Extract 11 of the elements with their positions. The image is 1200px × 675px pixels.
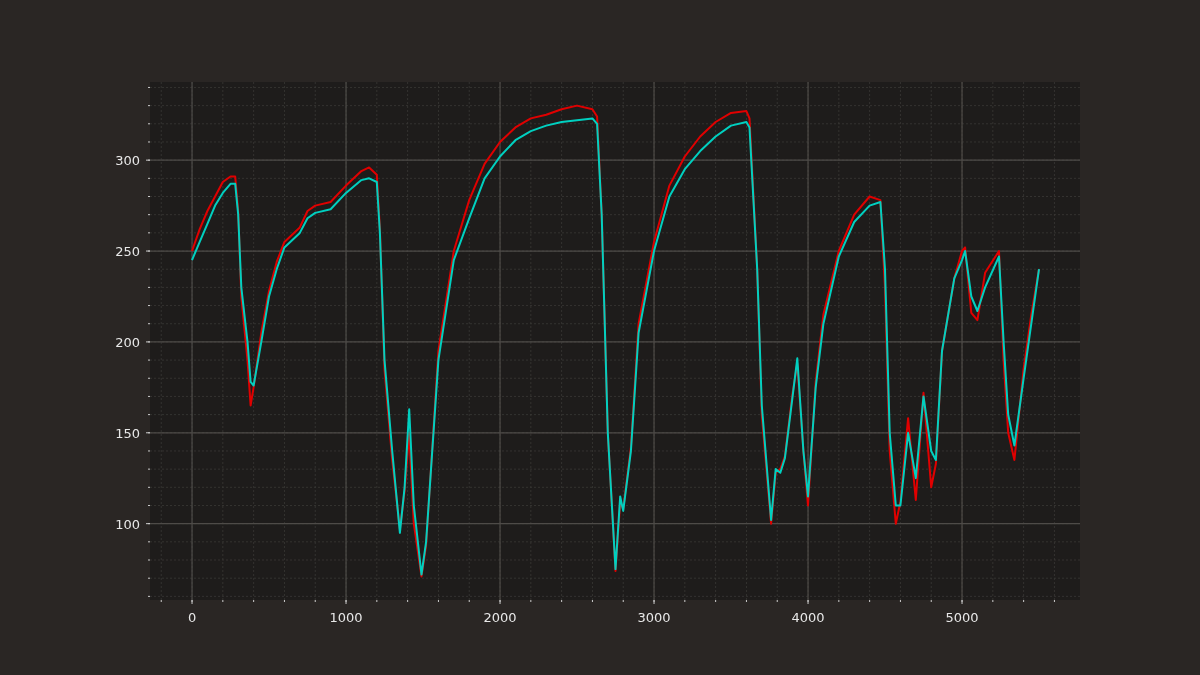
x-tick-label: 3000 (637, 610, 671, 625)
x-tick-label: 0 (187, 610, 197, 625)
y-tick-label: 150 (115, 425, 140, 441)
y-tick-label: 300 (115, 153, 140, 169)
y-tick-label: 250 (115, 244, 140, 260)
x-tick-label: 2000 (483, 610, 517, 625)
x-tick-label: 1000 (329, 610, 363, 625)
y-tick-label: 100 (115, 516, 140, 532)
x-tick-label: 5000 (945, 610, 979, 625)
y-tick-label: 200 (115, 334, 140, 350)
x-tick-label: 4000 (791, 610, 825, 625)
